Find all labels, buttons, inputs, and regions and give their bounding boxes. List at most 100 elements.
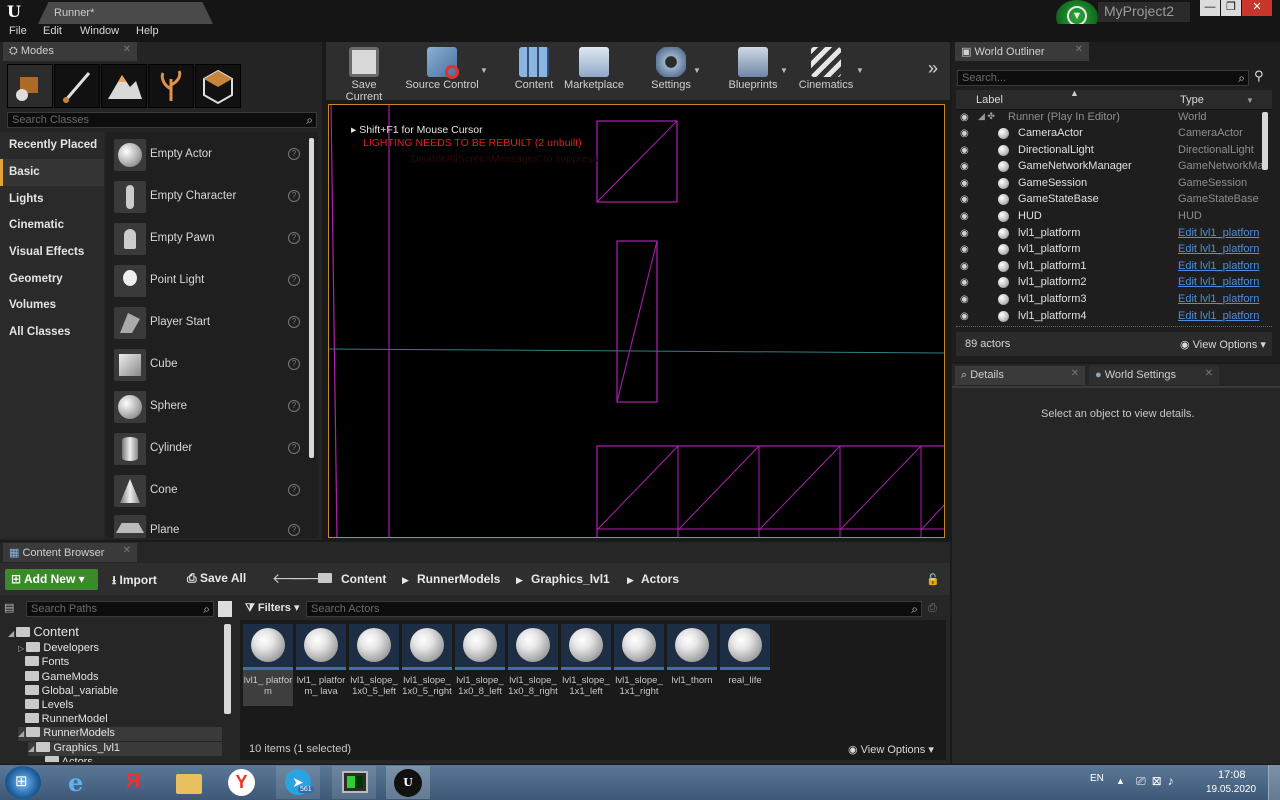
path-tree-item[interactable]: ◢ RunnerModels xyxy=(18,727,222,742)
visibility-eye-icon[interactable]: ◉ xyxy=(960,261,972,272)
path-tree-item[interactable]: Fonts xyxy=(18,656,69,670)
visibility-eye-icon[interactable]: ◉ xyxy=(960,194,972,205)
outliner-view-options[interactable]: ◉ View Options ▾ xyxy=(1180,338,1266,351)
search-actors-input[interactable]: Search Actors ⌕ xyxy=(306,601,922,617)
menu-help[interactable]: Help xyxy=(136,25,159,37)
outliner-row[interactable]: ◉ GameNetworkManager GameNetworkMa xyxy=(956,159,1272,175)
expand-arrow-icon[interactable]: ◢ xyxy=(28,744,36,753)
save-search-icon[interactable]: ⎙ xyxy=(928,602,937,615)
visibility-eye-icon[interactable]: ◉ xyxy=(960,145,972,156)
path-tree-item[interactable]: ◢ Graphics_lvl1 xyxy=(28,741,222,756)
outliner-row[interactable]: ◉ DirectionalLight DirectionalLight xyxy=(956,143,1272,159)
outliner-row[interactable]: ◉ lvl1_platform3 Edit lvl1_platforn xyxy=(956,292,1272,308)
column-type[interactable]: Type xyxy=(1180,94,1204,106)
expand-arrow-icon[interactable] xyxy=(38,758,45,762)
path-tree-item[interactable]: ◢ Content xyxy=(8,624,79,639)
outliner-row[interactable]: ◉ lvl1_platform Edit lvl1_platforn xyxy=(956,242,1272,258)
asset-tile[interactable]: lvl1_slope_ 1x0_5_left xyxy=(349,624,399,706)
lock-icon[interactable]: 🔓 xyxy=(926,573,940,586)
internet-explorer-taskbar-icon[interactable]: e xyxy=(58,766,102,799)
actor-empty-actor[interactable]: Empty Actor? xyxy=(108,134,308,176)
outliner-scrollbar[interactable] xyxy=(1262,112,1268,170)
details-tab[interactable]: ⌕ Details ✕ xyxy=(955,366,1085,385)
actor-type[interactable]: Edit lvl1_platforn xyxy=(1178,243,1266,255)
outliner-row[interactable]: ◉ lvl1_platform2 Edit lvl1_platforn xyxy=(956,275,1272,291)
clock-date[interactable]: 19.05.2020 xyxy=(1206,784,1256,795)
breadcrumb-content[interactable]: Content xyxy=(341,572,386,586)
actor-type[interactable]: Edit lvl1_platforn xyxy=(1178,310,1266,322)
source-control-button[interactable]: Source Control xyxy=(404,44,480,96)
help-icon[interactable]: ? xyxy=(288,524,300,536)
visibility-eye-icon[interactable]: ◉ xyxy=(960,228,972,239)
yandex-browser-taskbar-icon[interactable]: Я xyxy=(112,766,156,799)
content-view-options[interactable]: ◉ View Options ▾ xyxy=(848,743,934,756)
foliage-mode-icon[interactable] xyxy=(148,64,194,108)
expand-arrow-icon[interactable]: ◢ xyxy=(18,729,26,738)
blueprints-button[interactable]: Blueprints xyxy=(726,44,780,96)
asset-tile[interactable]: lvl1_slope_ 1x1_right xyxy=(614,624,664,706)
asset-tile[interactable]: lvl1_slope_ 1x1_left xyxy=(561,624,611,706)
actor-cone[interactable]: Cone? xyxy=(108,470,308,512)
help-icon[interactable]: ? xyxy=(288,316,300,328)
source-control-dropdown-icon[interactable]: ▼ xyxy=(480,66,488,75)
outliner-row[interactable]: ◉ GameStateBase GameStateBase xyxy=(956,192,1272,208)
file-explorer-taskbar-icon[interactable] xyxy=(166,766,210,799)
asset-tile[interactable]: lvl1_ platform_ lava xyxy=(296,624,346,706)
category-cinematic[interactable]: Cinematic xyxy=(0,212,104,239)
save-all-button[interactable]: ⎙ Save All xyxy=(187,571,246,589)
save-current-button[interactable]: Save Current xyxy=(332,44,396,103)
help-icon[interactable]: ? xyxy=(288,274,300,286)
help-icon[interactable]: ? xyxy=(288,442,300,454)
category-recently-placed[interactable]: Recently Placed xyxy=(0,132,104,159)
category-basic[interactable]: Basic xyxy=(0,159,104,186)
path-tree-item[interactable]: GameMods xyxy=(18,670,99,685)
telegram-taskbar-icon[interactable]: ➤ 561 xyxy=(276,766,320,799)
column-options-icon[interactable]: ▼ xyxy=(1246,96,1254,105)
visibility-eye-icon[interactable]: ◉ xyxy=(960,178,972,189)
settings-dropdown-icon[interactable]: ▼ xyxy=(693,66,701,75)
menu-window[interactable]: Window xyxy=(80,25,119,37)
visibility-eye-icon[interactable]: ◉ xyxy=(960,128,972,139)
cinematics-dropdown-icon[interactable]: ▼ xyxy=(856,66,864,75)
unreal-engine-taskbar-icon[interactable]: U xyxy=(386,766,430,799)
expand-arrow-icon[interactable] xyxy=(18,658,25,667)
actor-cylinder[interactable]: Cylinder? xyxy=(108,428,308,470)
outliner-row[interactable]: ◉ CameraActor CameraActor xyxy=(956,126,1272,142)
outliner-row[interactable]: ◉ lvl1_platform Edit lvl1_platforn xyxy=(956,226,1272,242)
visibility-eye-icon[interactable]: ◉ xyxy=(960,211,972,222)
input-language[interactable]: EN xyxy=(1090,773,1104,784)
outliner-search-input[interactable]: Search... ⌕ xyxy=(957,70,1249,86)
show-desktop-button[interactable] xyxy=(1268,765,1280,800)
visibility-eye-icon[interactable]: ◉ xyxy=(960,161,972,172)
settings-button[interactable]: Settings xyxy=(646,44,696,96)
level-tab[interactable]: Runner* xyxy=(38,2,213,24)
content-button[interactable]: Content xyxy=(512,44,556,96)
actor-type[interactable]: Edit lvl1_platforn xyxy=(1178,293,1266,305)
tray-expand-icon[interactable]: ▲ xyxy=(1116,776,1125,786)
path-tree-item[interactable]: RunnerModel xyxy=(18,713,108,727)
expand-arrow-icon[interactable] xyxy=(18,715,25,724)
expand-arrow-icon[interactable] xyxy=(18,673,25,682)
path-tree-scrollbar[interactable] xyxy=(224,624,231,714)
world-outliner-tab[interactable]: ▣ World Outliner ✕ xyxy=(955,42,1089,61)
help-icon[interactable]: ? xyxy=(288,232,300,244)
help-icon[interactable]: ? xyxy=(288,190,300,202)
filters-button[interactable]: ⧩ Filters ▾ xyxy=(245,601,301,617)
asset-tile[interactable]: lvl1_ platform xyxy=(243,624,293,706)
start-button[interactable]: ⊞ xyxy=(5,766,41,799)
breadcrumb-runnermodels[interactable]: RunnerModels xyxy=(417,572,500,586)
expand-arrow-icon[interactable] xyxy=(18,701,25,710)
visibility-eye-icon[interactable]: ◉ xyxy=(960,112,972,123)
expand-arrow-icon[interactable]: ▷ xyxy=(18,644,26,653)
category-volumes[interactable]: Volumes xyxy=(0,292,104,319)
category-all-classes[interactable]: All Classes xyxy=(0,319,104,346)
path-tree-item[interactable]: Global_variable xyxy=(18,684,118,699)
path-tree-item[interactable]: Actors xyxy=(38,755,93,762)
add-new-button[interactable]: ⊞ Add New ▾ xyxy=(5,569,98,590)
actor-type[interactable]: Edit lvl1_platforn xyxy=(1178,276,1266,288)
help-icon[interactable]: ? xyxy=(288,484,300,496)
help-icon[interactable]: ? xyxy=(288,400,300,412)
search-classes-input[interactable]: Search Classes ⌕ xyxy=(7,112,317,128)
marketplace-button[interactable]: Marketplace xyxy=(562,44,626,96)
visibility-eye-icon[interactable]: ◉ xyxy=(960,294,972,305)
